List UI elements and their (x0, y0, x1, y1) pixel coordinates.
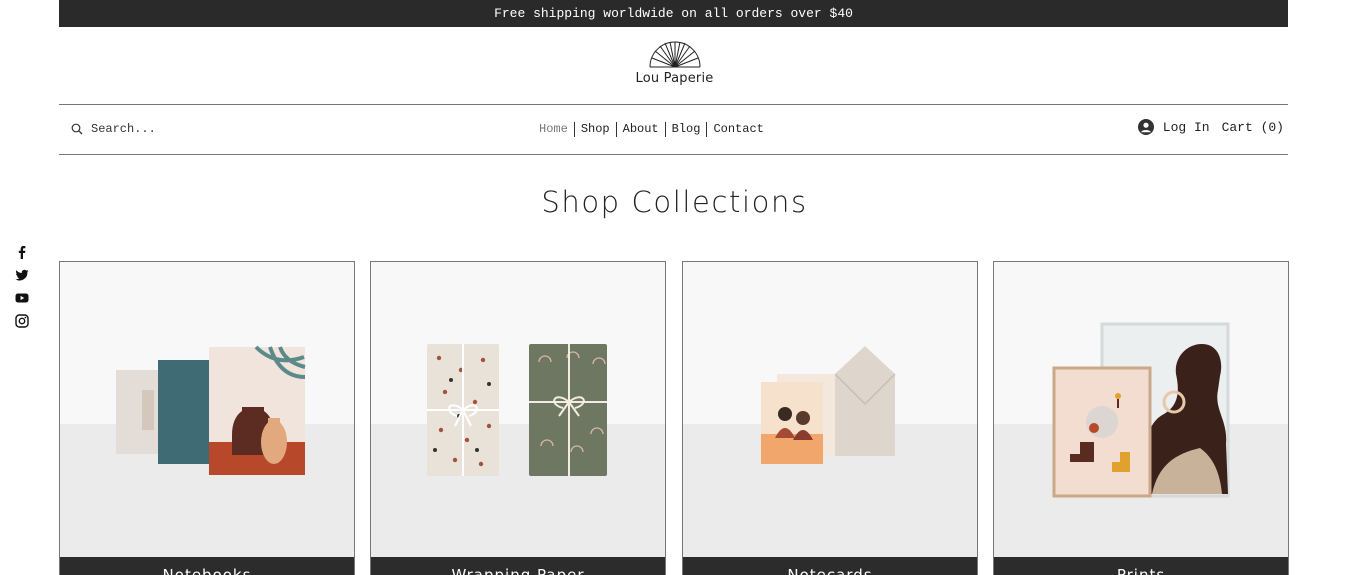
notecards-image (683, 262, 977, 564)
brand-name: Lou Paperie (635, 71, 714, 86)
collection-card-notebooks[interactable]: Notebooks (59, 261, 355, 575)
collection-label: Notecards (683, 557, 977, 575)
nav-item-about[interactable]: About (617, 121, 665, 137)
collection-label: Notebooks (60, 557, 354, 575)
nav-item-blog[interactable]: Blog (666, 121, 707, 137)
main-navbar: Home Shop About Blog Contact Log In Cart… (59, 105, 1288, 154)
page-title: Shop Collections (541, 185, 808, 219)
brand-logo[interactable]: Lou Paperie (0, 38, 1349, 98)
search-input[interactable] (91, 122, 211, 136)
nav-item-shop[interactable]: Shop (575, 121, 616, 137)
social-bar (15, 245, 29, 328)
account-area: Log In Cart (0) (1137, 119, 1284, 135)
collection-card-notecards[interactable]: Notecards (682, 261, 978, 575)
nav-item-contact[interactable]: Contact (707, 121, 769, 137)
login-label: Log In (1162, 119, 1210, 135)
user-avatar-icon (1137, 119, 1154, 135)
search-icon (71, 123, 83, 135)
youtube-icon[interactable] (15, 291, 29, 305)
collection-label: Prints (994, 557, 1288, 575)
collection-card-wrapping-paper[interactable]: Wrapping Paper (370, 261, 666, 575)
login-button[interactable]: Log In (1137, 119, 1210, 135)
nav-item-home[interactable]: Home (533, 121, 574, 137)
collection-card-prints[interactable]: Prints (993, 261, 1289, 575)
announcement-text: Free shipping worldwide on all orders ov… (494, 6, 853, 21)
fan-logo-icon (649, 41, 700, 68)
wrapping-paper-image (371, 262, 665, 564)
facebook-icon[interactable] (15, 245, 29, 259)
search-box[interactable] (71, 121, 211, 137)
collection-label: Wrapping Paper (371, 557, 665, 575)
twitter-icon[interactable] (15, 268, 29, 282)
instagram-icon[interactable] (15, 314, 29, 328)
prints-image (994, 262, 1288, 564)
nav-menu: Home Shop About Blog Contact (533, 120, 770, 138)
cart-button[interactable]: Cart (0) (1222, 120, 1284, 135)
notebooks-image (60, 262, 354, 564)
announcement-bar: Free shipping worldwide on all orders ov… (59, 0, 1288, 27)
header-bottom-divider (59, 154, 1288, 155)
